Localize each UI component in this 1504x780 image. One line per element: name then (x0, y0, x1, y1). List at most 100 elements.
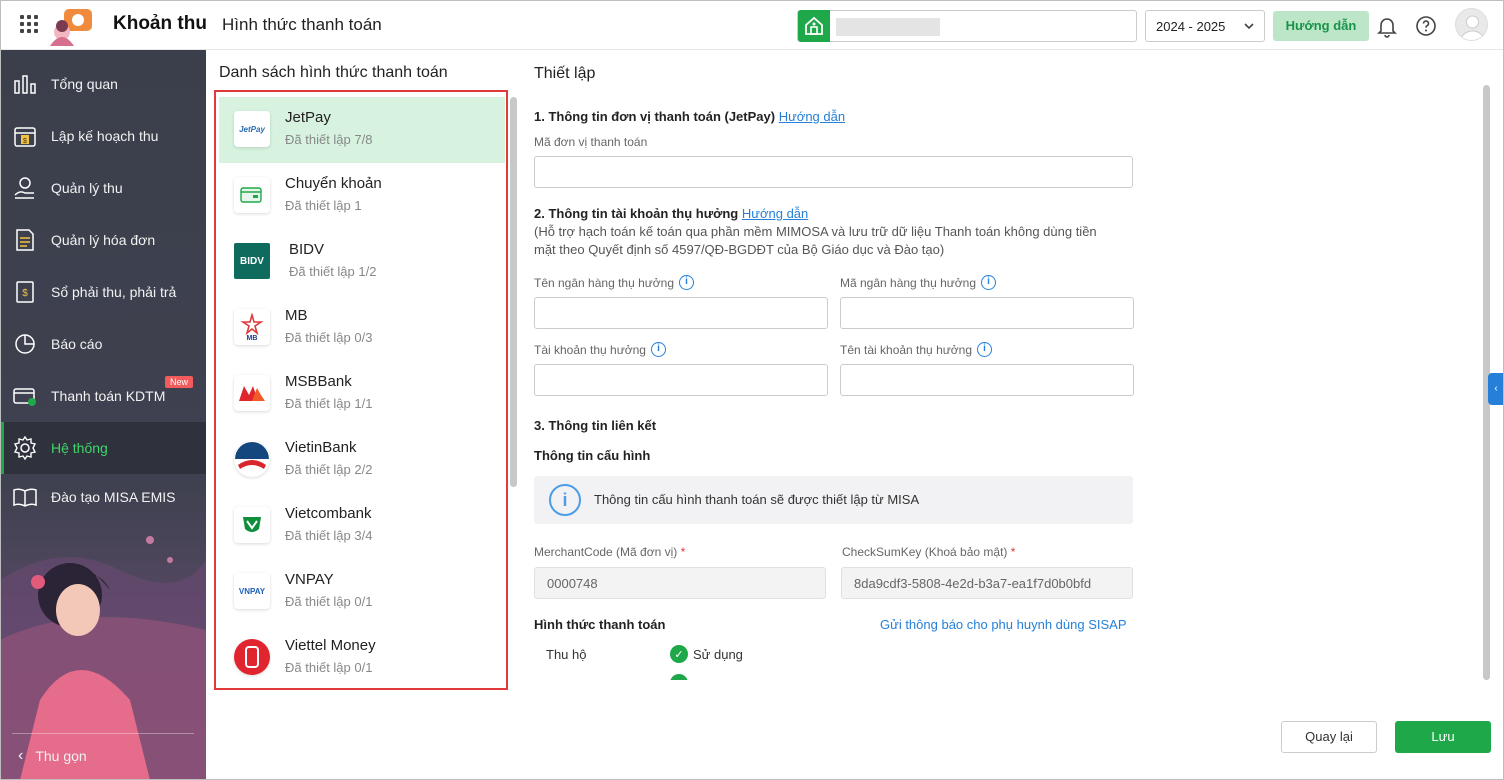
payment-name: MB (285, 307, 308, 324)
config-title: Thông tin cấu hình (534, 448, 651, 463)
payment-item-viettel-money[interactable]: Viettel Money Đã thiết lập 0/1 (219, 625, 505, 688)
section-link-title: 3. Thông tin liên kết (534, 418, 657, 433)
account-name-input[interactable] (840, 364, 1134, 396)
sidebar-item-report[interactable]: Báo cáo (0, 318, 206, 370)
collapse-button[interactable]: ‹ Thu gọn (18, 747, 87, 765)
info-icon[interactable]: i (679, 275, 695, 290)
payment-status: Đã thiết lập 7/8 (285, 132, 373, 147)
school-year-value: 2024 - 2025 (1156, 19, 1226, 34)
account-input[interactable] (534, 364, 828, 396)
sidebar-item-label: Đào tạo MISA EMIS (51, 489, 176, 505)
beneficiary-note: (Hỗ trợ hạch toán kế toán qua phần mềm M… (534, 224, 1097, 257)
payment-item-vietcombank[interactable]: Vietcombank Đã thiết lập 3/4 (219, 493, 505, 559)
school-year-select[interactable]: 2024 - 2025 (1145, 10, 1265, 42)
msb-logo (234, 375, 270, 411)
payment-item-bidv[interactable]: BIDV BIDV Đã thiết lập 1/2 (219, 229, 505, 295)
payment-item-vietinbank[interactable]: VietinBank Đã thiết lập 2/2 (219, 427, 505, 493)
vnpay-logo: VNPAY (234, 573, 270, 609)
app-logo (42, 6, 102, 46)
guide-link-unit[interactable]: Hướng dẫn (779, 109, 845, 124)
back-button[interactable]: Quay lại (1281, 721, 1377, 753)
payment-item-msb[interactable]: MSBBank Đã thiết lập 1/1 (219, 361, 505, 427)
setup-title: Thiết lập (534, 65, 596, 82)
payment-status: Đã thiết lập 2/2 (285, 462, 373, 477)
payment-status: Đã thiết lập 1/1 (285, 396, 373, 411)
method-label: Thu hộ (546, 647, 587, 662)
bell-icon[interactable] (1375, 14, 1399, 41)
vietcombank-logo (234, 507, 270, 543)
sidebar-item-cashless[interactable]: Thanh toán KDTM New (0, 370, 206, 422)
section-beneficiary-heading: 2. Thông tin tài khoản thụ hưởng (534, 206, 739, 221)
calendar-money-icon: $ (14, 127, 36, 147)
merchant-code-input: 0000748 (534, 567, 826, 599)
payment-status: Đã thiết lập 1/2 (289, 264, 377, 279)
avatar[interactable] (1455, 8, 1488, 41)
sidebar-item-label: Báo cáo (51, 336, 103, 352)
payment-status: Đã thiết lập 0/1 (285, 594, 373, 609)
payment-item-vnpay[interactable]: VNPAY VNPAY Đã thiết lập 0/1 (219, 559, 505, 625)
gear-icon (13, 435, 37, 461)
section-unit-title: 1. Thông tin đơn vị thanh toán (JetPay) … (534, 109, 845, 124)
sidebar-item-overview[interactable]: Tổng quan (0, 58, 206, 110)
chevron-left-icon[interactable]: ‹ (1488, 373, 1504, 405)
sidebar-item-label: Lập kế hoạch thu (51, 128, 159, 144)
svg-text:MB: MB (247, 335, 258, 341)
bank-code-input[interactable] (840, 297, 1134, 329)
check-icon: ✓ (670, 645, 688, 663)
viettel-money-logo (234, 639, 270, 675)
payment-status: Đã thiết lập 0/3 (285, 330, 373, 345)
payment-list-scrollbar[interactable] (510, 97, 517, 487)
sidebar-item-label: Quản lý hóa đơn (51, 232, 156, 248)
pie-chart-icon (15, 334, 35, 354)
bank-name-input[interactable] (534, 297, 828, 329)
config-info-box: i Thông tin cấu hình thanh toán sẽ được … (534, 476, 1133, 524)
info-icon[interactable]: i (981, 275, 997, 290)
guide-button[interactable]: Hướng dẫn (1273, 11, 1369, 41)
merchant-code-label: MerchantCode (Mã đơn vị) * (534, 545, 686, 559)
svg-text:$: $ (23, 138, 27, 145)
check-icon (670, 674, 688, 680)
payment-list: JetPay JetPay Đã thiết lập 7/8 Chuyển kh… (214, 90, 508, 690)
guide-link-beneficiary[interactable]: Hướng dẫn (742, 206, 808, 221)
payment-name: Viettel Money (285, 637, 376, 654)
sidebar-item-label: Tổng quan (51, 76, 118, 92)
sidebar-item-invoice[interactable]: Quản lý hóa đơn (0, 214, 206, 266)
new-badge: New (165, 376, 194, 388)
chart-icon (14, 75, 36, 94)
payment-status: Đã thiết lập 1 (285, 198, 362, 213)
sidebar-divider (12, 733, 194, 734)
chevron-left-icon: ‹ (18, 747, 24, 764)
apps-icon[interactable] (20, 15, 38, 33)
required-mark: * (1010, 545, 1016, 559)
payment-item-transfer[interactable]: Chuyển khoản Đã thiết lập 1 (219, 163, 505, 229)
info-icon[interactable]: i (977, 342, 992, 357)
info-icon: i (549, 484, 581, 516)
school-icon (798, 10, 830, 42)
info-icon[interactable]: i (650, 342, 666, 357)
sidebar-item-collect[interactable]: Quản lý thu (0, 162, 206, 214)
sidebar-item-system[interactable]: Hệ thống (0, 422, 206, 474)
payment-name: Chuyển khoản (285, 175, 382, 192)
sidebar-item-label: Sổ phải thu, phải trả (51, 284, 177, 300)
account-label: Tài khoản thụ hưởng i (534, 342, 666, 357)
sidebar: Tổng quan $ Lập kế hoạch thu Quản lý thu… (0, 50, 206, 780)
payment-item-jetpay[interactable]: JetPay JetPay Đã thiết lập 7/8 (219, 97, 505, 163)
sidebar-item-ledger[interactable]: $ Sổ phải thu, phải trả (0, 266, 206, 318)
invoice-icon (16, 229, 34, 251)
notify-parents-link[interactable]: Gửi thông báo cho phụ huynh dùng SISAP (880, 617, 1127, 632)
bank-name-label: Tên ngân hàng thụ hưởng i (534, 275, 695, 290)
payment-name: VietinBank (285, 439, 357, 456)
school-selector[interactable] (797, 10, 1137, 42)
ledger-icon: $ (16, 281, 34, 303)
chevron-down-icon (1243, 20, 1255, 35)
sidebar-item-training[interactable]: Đào tạo MISA EMIS (0, 471, 206, 523)
unit-code-input[interactable] (534, 156, 1133, 188)
help-icon[interactable] (1414, 14, 1438, 41)
save-button[interactable]: Lưu (1395, 721, 1491, 753)
payment-item-mb[interactable]: MB MB Đã thiết lập 0/3 (219, 295, 505, 361)
method-use-toggle[interactable]: ✓ Sử dụng (670, 645, 743, 663)
bidv-logo: BIDV (234, 243, 270, 279)
sidebar-item-label: Thanh toán KDTM (51, 388, 166, 404)
bank-code-label: Mã ngân hàng thụ hưởng i (840, 275, 997, 290)
sidebar-item-plan[interactable]: $ Lập kế hoạch thu (0, 110, 206, 162)
